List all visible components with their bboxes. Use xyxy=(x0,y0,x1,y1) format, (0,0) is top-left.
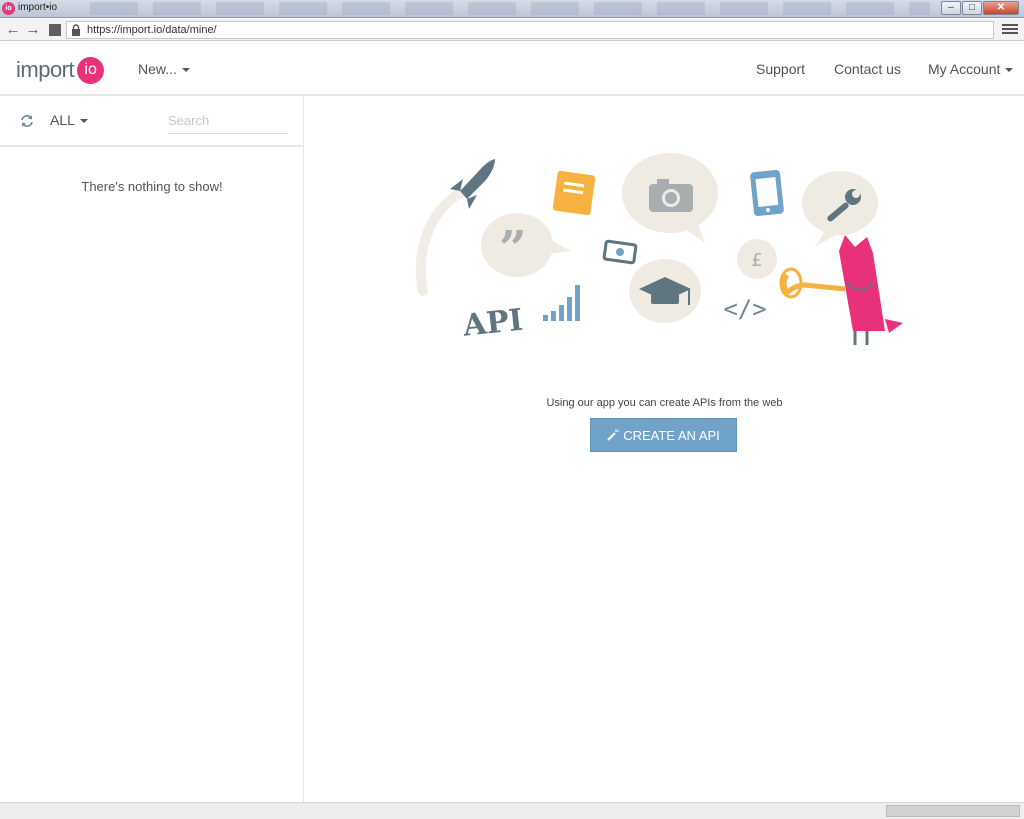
my-account-menu[interactable]: My Account xyxy=(928,61,1014,77)
scrollbar-thumb[interactable] xyxy=(886,805,1020,817)
taskbar-tabs xyxy=(90,2,930,15)
minimize-button[interactable]: – xyxy=(941,1,961,15)
main-content: ” £ API </> Using our app you can create… xyxy=(305,96,1024,802)
maximize-button[interactable]: □ xyxy=(962,1,982,15)
svg-text:£: £ xyxy=(751,250,762,271)
owl-with-trumpet-icon xyxy=(779,235,903,345)
support-link[interactable]: Support xyxy=(756,61,805,77)
browser-toolbar: ← → https://import.io/data/mine/ xyxy=(0,19,1024,41)
data-sidebar: ALL There's nothing to show! xyxy=(0,96,304,802)
logo-word: import xyxy=(16,57,75,82)
svg-text:”: ” xyxy=(499,221,527,277)
caret-down-icon xyxy=(79,119,88,124)
close-button[interactable]: ✕ xyxy=(983,1,1019,15)
url-text: https://import.io/data/mine/ xyxy=(87,24,217,36)
back-icon[interactable]: ← xyxy=(5,22,21,38)
stop-icon[interactable] xyxy=(47,22,63,38)
code-icon: </> xyxy=(723,295,766,323)
caret-down-icon xyxy=(1005,68,1014,73)
phone-icon xyxy=(750,169,784,217)
my-account-label: My Account xyxy=(928,61,1001,77)
hero-illustration: ” £ API </> xyxy=(415,153,903,345)
window-title: import•io xyxy=(18,2,58,13)
signal-bars-icon xyxy=(543,285,580,321)
new-menu-label: New... xyxy=(138,61,177,77)
favicon-icon: io xyxy=(2,2,15,15)
magic-wand-icon xyxy=(607,429,620,441)
api-text: API xyxy=(460,303,524,344)
camera-bubble-icon xyxy=(622,153,718,243)
sidebar-toolbar: ALL xyxy=(0,96,304,147)
refresh-icon[interactable] xyxy=(20,114,34,128)
quote-bubble-icon: ” xyxy=(481,213,571,277)
horizontal-scrollbar[interactable] xyxy=(0,802,1024,819)
tagline-text: Using our app you can create APIs from t… xyxy=(546,397,783,409)
app-header: import io New... Support Contact us My A… xyxy=(0,42,1024,96)
new-menu-button[interactable]: New... xyxy=(138,61,190,77)
caret-down-icon xyxy=(181,68,190,73)
graduation-cap-bubble-icon xyxy=(629,259,701,323)
filter-dropdown[interactable]: ALL xyxy=(50,112,88,128)
pound-bubble-icon: £ xyxy=(737,239,777,279)
address-bar[interactable]: https://import.io/data/mine/ xyxy=(66,21,994,39)
filter-label: ALL xyxy=(50,112,75,128)
empty-state-message: There's nothing to show! xyxy=(81,179,223,194)
wrench-bubble-icon xyxy=(802,171,878,247)
rocket-icon xyxy=(415,159,495,296)
create-api-button[interactable]: CREATE AN API xyxy=(590,418,737,452)
book-icon xyxy=(552,170,596,216)
contact-us-link[interactable]: Contact us xyxy=(834,61,901,77)
money-icon xyxy=(602,239,638,265)
window-titlebar: io import•io – □ ✕ xyxy=(0,0,1024,18)
browser-menu-icon[interactable] xyxy=(1002,22,1018,38)
logo-circle: io xyxy=(77,56,105,84)
import-io-logo[interactable]: import io xyxy=(16,56,105,84)
search-input[interactable] xyxy=(168,108,288,134)
create-api-label: CREATE AN API xyxy=(623,427,720,443)
forward-icon[interactable]: → xyxy=(25,22,41,38)
lock-icon xyxy=(72,24,80,36)
